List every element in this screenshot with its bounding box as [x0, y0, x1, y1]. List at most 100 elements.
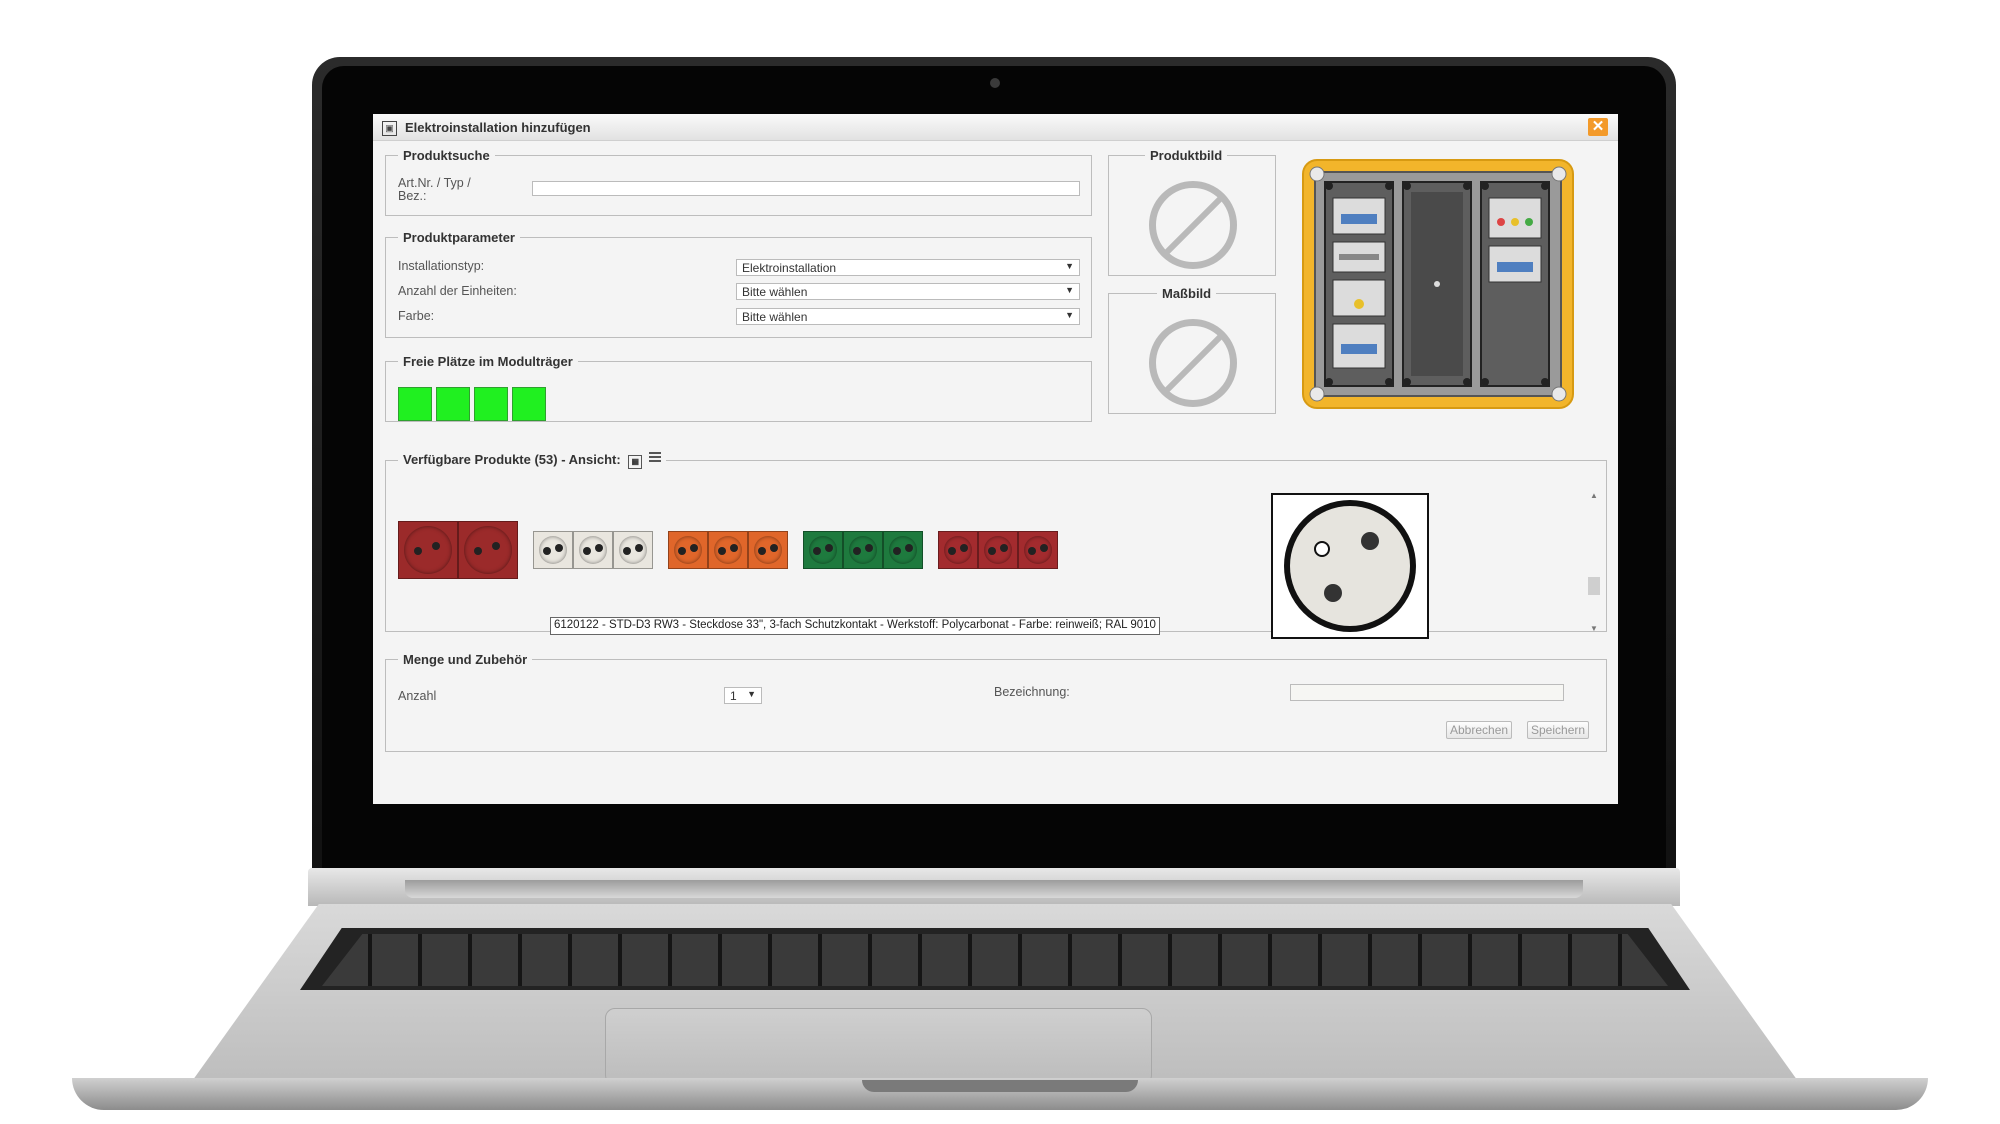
module-carrier-preview	[1301, 158, 1575, 410]
socket-cell	[458, 521, 518, 579]
socket-face	[464, 526, 512, 574]
socket-pin	[622, 547, 631, 555]
socket-pin	[677, 547, 686, 555]
socket-pin	[594, 543, 603, 552]
anzahl-einheiten-label: Anzahl der Einheiten:	[398, 284, 517, 298]
window-titlebar: ▣ Elektroinstallation hinzufügen ✕	[373, 114, 1618, 141]
socket-cell	[803, 531, 843, 569]
massbild-legend: Maßbild	[1162, 286, 1212, 301]
scroll-up-icon[interactable]: ▲	[1590, 491, 1598, 500]
produktparameter-legend: Produktparameter	[403, 230, 515, 245]
close-button[interactable]: ✕	[1588, 118, 1608, 136]
app-window: ▣ Elektroinstallation hinzufügen ✕ Produ…	[373, 114, 1618, 804]
socket-cell	[1018, 531, 1058, 569]
socket-pin	[892, 547, 901, 555]
socket-pin	[582, 547, 591, 555]
bezeichnung-label: Bezeichnung:	[994, 685, 1070, 699]
produktbild-legend: Produktbild	[1150, 148, 1223, 163]
laptop-hinge	[405, 880, 1583, 898]
socket-pin	[947, 547, 956, 555]
socket-cell	[708, 531, 748, 569]
socket-face	[404, 526, 452, 574]
dropdown-arrow-icon: ▼	[747, 689, 756, 699]
produktsuche-legend: Produktsuche	[403, 148, 490, 163]
socket-pin	[757, 547, 766, 555]
free-slot[interactable]	[512, 387, 546, 421]
installationstyp-select[interactable]: Elektroinstallation ▼	[736, 259, 1080, 276]
free-slot[interactable]	[474, 387, 508, 421]
free-slot[interactable]	[398, 387, 432, 421]
grid-view-icon[interactable]: ▦	[628, 455, 643, 469]
socket-cell	[748, 531, 788, 569]
menge-zubehoer-section: Menge und Zubehör Anzahl 1 ▼ Bezeichnung…	[385, 652, 1607, 752]
socket-pin	[542, 547, 551, 555]
product-thumbnail[interactable]	[533, 531, 653, 569]
anzahl-einheiten-value: Bitte wählen	[742, 285, 808, 299]
verfuegbare-produkte-title: Verfügbare Produkte (53) - Ansicht:	[403, 452, 621, 467]
list-view-icon[interactable]	[648, 452, 661, 464]
socket-cell	[843, 531, 883, 569]
socket-pin	[689, 543, 698, 552]
installationstyp-value: Elektroinstallation	[742, 261, 837, 275]
window-icon: ▣	[382, 121, 397, 136]
socket-pin	[1039, 543, 1048, 552]
product-thumbnail[interactable]	[938, 531, 1058, 569]
free-slot[interactable]	[436, 387, 470, 421]
dropdown-arrow-icon: ▼	[1065, 285, 1074, 295]
socket-pin	[1027, 547, 1036, 555]
save-button[interactable]: Speichern	[1527, 721, 1590, 739]
socket-pin	[999, 543, 1008, 552]
socket-pin	[959, 543, 968, 552]
keyboard-keys	[322, 934, 1668, 986]
produktsuche-section: Produktsuche Art.Nr. / Typ / Bez.:	[385, 148, 1092, 216]
socket-pin	[904, 543, 913, 552]
socket-pin	[729, 543, 738, 552]
farbe-value: Bitte wählen	[742, 310, 808, 324]
scroll-down-icon[interactable]: ▼	[1590, 624, 1598, 633]
socket-pin	[852, 547, 861, 555]
anzahl-label: Anzahl	[398, 689, 437, 703]
no-image-icon	[1149, 319, 1237, 407]
anzahl-value: 1	[730, 689, 737, 703]
socket-pin	[987, 547, 996, 555]
product-thumbnail[interactable]	[668, 531, 788, 569]
laptop-front-notch	[862, 1080, 1138, 1092]
search-input[interactable]	[532, 181, 1080, 196]
menge-zubehoer-legend: Menge und Zubehör	[403, 652, 528, 667]
module-carrier-image	[1302, 159, 1574, 409]
socket-pin	[812, 547, 821, 555]
socket-pin	[769, 543, 778, 552]
massbild-section: Maßbild	[1108, 286, 1276, 414]
socket-cell	[533, 531, 573, 569]
product-tooltip: 6120122 - STD-D3 RW3 - Steckdose 33", 3-…	[550, 617, 1160, 635]
socket-cell	[613, 531, 653, 569]
anzahl-einheiten-select[interactable]: Bitte wählen ▼	[736, 283, 1080, 300]
freie-plaetze-legend: Freie Plätze im Modulträger	[403, 354, 573, 369]
produktparameter-section: Produktparameter Installationstyp: Elekt…	[385, 230, 1092, 338]
socket-cell	[883, 531, 923, 569]
search-label: Art.Nr. / Typ / Bez.:	[398, 176, 471, 203]
scrollbar-thumb[interactable]	[1588, 577, 1600, 595]
socket-cell	[978, 531, 1018, 569]
socket-cell	[938, 531, 978, 569]
verfuegbare-produkte-legend: Verfügbare Produkte (53) - Ansicht: ▦	[398, 452, 666, 469]
window-title: Elektroinstallation hinzufügen	[405, 120, 591, 135]
anzahl-select[interactable]: 1 ▼	[724, 687, 762, 704]
socket-cell	[573, 531, 613, 569]
farbe-select[interactable]: Bitte wählen ▼	[736, 308, 1080, 325]
farbe-label: Farbe:	[398, 309, 435, 323]
socket-pin	[824, 543, 833, 552]
product-thumbnail[interactable]	[803, 531, 923, 569]
product-thumbnail[interactable]	[398, 521, 518, 579]
dropdown-arrow-icon: ▼	[1065, 261, 1074, 271]
socket-pin	[554, 543, 563, 552]
socket-pin	[634, 543, 643, 552]
verfuegbare-produkte-section: Verfügbare Produkte (53) - Ansicht: ▦ 61…	[385, 452, 1607, 639]
webcam	[990, 78, 1000, 88]
socket-pin	[717, 547, 726, 555]
bezeichnung-input[interactable]	[1290, 684, 1564, 701]
socket-pin	[864, 543, 873, 552]
product-preview-large	[1271, 493, 1429, 639]
dropdown-arrow-icon: ▼	[1065, 310, 1074, 320]
cancel-button[interactable]: Abbrechen	[1446, 721, 1513, 739]
